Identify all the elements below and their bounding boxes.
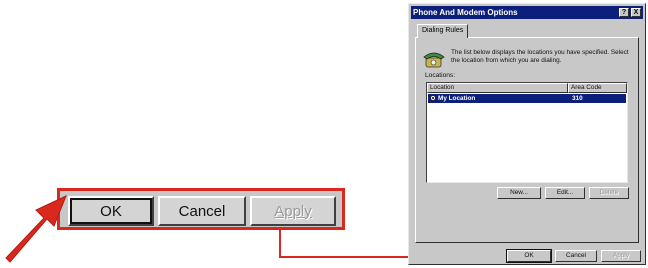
- zoomed-button-row: OK Cancel Apply: [57, 188, 345, 230]
- column-location[interactable]: Location: [427, 83, 568, 93]
- description-text: The list below displays the locations yo…: [451, 49, 629, 64]
- row-location: My Location: [438, 95, 476, 102]
- tab-dialing-rules[interactable]: Dialing Rules: [417, 24, 469, 38]
- title-bar: Phone And Modem Options ? X: [411, 6, 643, 19]
- list-header: Location Area Code: [427, 83, 627, 93]
- locations-list[interactable]: Location Area Code My Location 310: [426, 82, 628, 183]
- ok-button[interactable]: OK: [506, 249, 552, 263]
- zoom-apply-label: Apply: [274, 202, 312, 220]
- locations-label: Locations:: [425, 72, 456, 79]
- telephone-icon: [423, 52, 445, 68]
- cancel-button[interactable]: Cancel: [555, 250, 597, 262]
- phone-modem-dialog: Phone And Modem Options ? X Dialing Rule…: [408, 3, 646, 265]
- location-radio-icon: [430, 95, 436, 101]
- zoom-apply-button: Apply: [250, 196, 336, 226]
- row-area-code: 310: [572, 95, 583, 102]
- apply-button: Apply: [601, 250, 641, 262]
- list-row[interactable]: My Location 310: [428, 94, 626, 103]
- new-button[interactable]: New...: [497, 187, 541, 199]
- edit-button[interactable]: Edit...: [545, 187, 585, 199]
- close-button[interactable]: X: [631, 8, 641, 17]
- zoom-cancel-button[interactable]: Cancel: [158, 196, 246, 226]
- delete-button: Delete: [589, 187, 629, 199]
- zoom-ok-button[interactable]: OK: [68, 196, 154, 226]
- dialog-title: Phone And Modem Options: [413, 8, 518, 17]
- help-button[interactable]: ?: [619, 8, 629, 17]
- column-area-code[interactable]: Area Code: [568, 83, 627, 93]
